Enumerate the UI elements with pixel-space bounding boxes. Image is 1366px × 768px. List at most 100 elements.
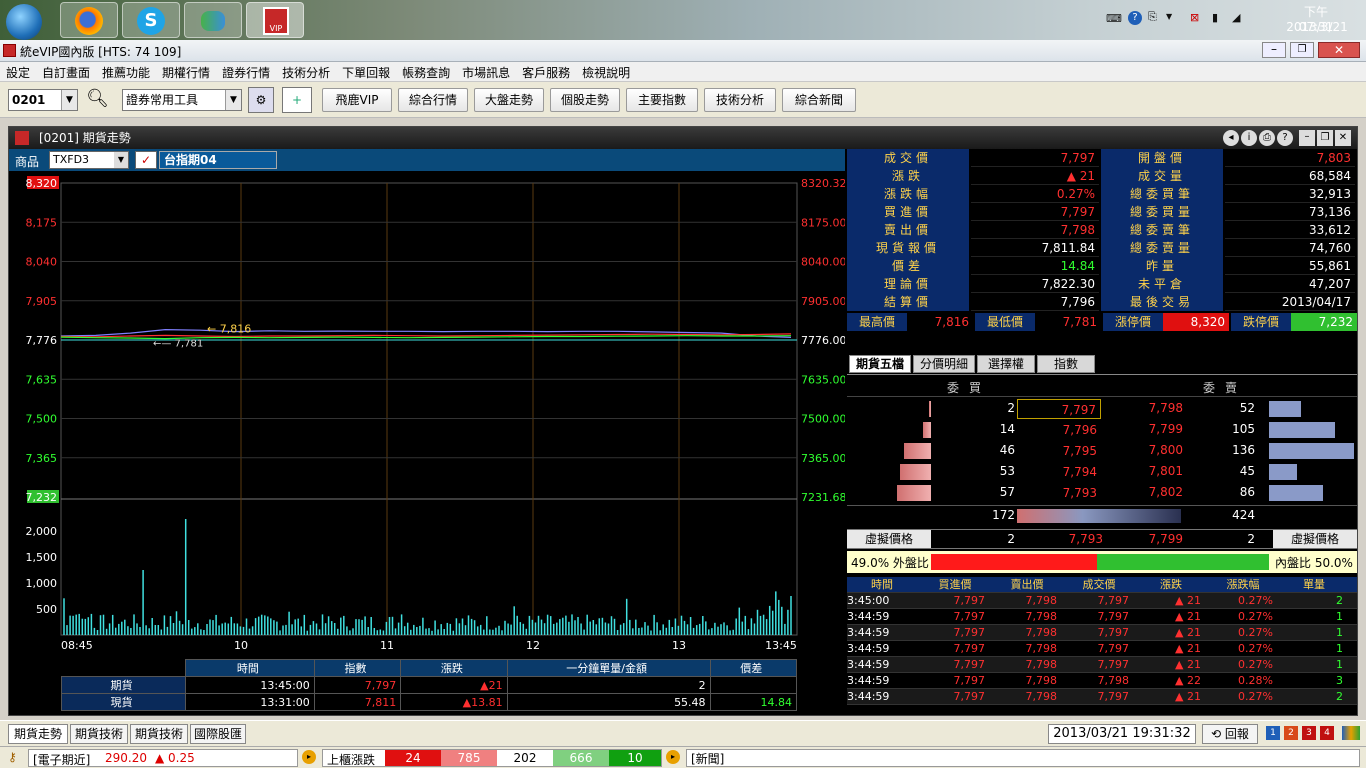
menu-item[interactable]: 證券行情	[216, 62, 276, 83]
quote-grid: 成交價 7,797 漲跌 ▲ 21 漲跌幅 0.27% 買進價 7,797 賣出價 7,798 現貨…	[847, 149, 1357, 349]
tab-2[interactable]: 選擇權	[977, 355, 1035, 373]
tools-combo[interactable]: 證券常用工具 ▼	[122, 89, 242, 111]
help-icon[interactable]: ?	[1128, 11, 1142, 25]
volume-icon[interactable]: ◢	[1232, 11, 1240, 24]
otc-next-icon[interactable]: ▸	[666, 750, 680, 764]
tab-3[interactable]: 指數	[1037, 355, 1095, 373]
clock-date[interactable]: 2013/3/21	[1282, 20, 1352, 34]
layout-grid-icon[interactable]	[1342, 726, 1360, 740]
status-bar: 2013/03/21 19:31:32 ⟲ 回報 1 2 3 4 期貨走勢 期貨技…	[0, 720, 1366, 746]
menu-item[interactable]: 技術分析	[276, 62, 336, 83]
price-tick-right: 8320.32	[801, 177, 845, 190]
help-icon[interactable]: ?	[1277, 130, 1293, 146]
toolbar-button[interactable]: 綜合行情	[398, 88, 468, 112]
reply-button[interactable]: ⟲ 回報	[1202, 724, 1258, 744]
price-volume-chart[interactable]: 8,320 8320.32 8,175 8175.00 8,040 8040.00 7,90…	[9, 173, 845, 651]
minimize-button[interactable]: –	[1262, 42, 1286, 58]
bid-price[interactable]: 7,796	[1017, 420, 1101, 440]
layout-2-icon[interactable]: 2	[1284, 726, 1298, 740]
layout-4-icon[interactable]: 4	[1320, 726, 1334, 740]
windows-logo-icon	[6, 4, 42, 40]
toolbar-button[interactable]: 主要指數	[626, 88, 698, 112]
ask-price[interactable]: 7,802	[1107, 485, 1183, 499]
panel-minimize-button[interactable]: –	[1299, 130, 1315, 146]
info-icon[interactable]: i	[1241, 130, 1257, 146]
product-name: 台指期04	[159, 151, 277, 169]
ask-price[interactable]: 7,801	[1107, 464, 1183, 478]
bid-price[interactable]: 7,795	[1017, 441, 1101, 461]
toolbar-button[interactable]: 個股走勢	[550, 88, 620, 112]
firefox-taskbar-icon[interactable]	[60, 2, 118, 38]
quote-label: 理論價	[847, 275, 969, 293]
search-icon[interactable]: 🔍︎	[86, 88, 109, 109]
chevron-down-icon[interactable]: ▼	[114, 152, 128, 168]
tick-cell: 7,797	[1097, 658, 1130, 671]
tab-1[interactable]: 分價明細	[913, 355, 975, 373]
bottom-tab-1[interactable]: 期貨技術	[70, 724, 128, 744]
messenger-taskbar-icon[interactable]	[184, 2, 242, 38]
evip-taskbar-icon[interactable]: VIP	[246, 2, 304, 38]
battery-icon[interactable]: ▮	[1212, 11, 1218, 24]
add-window-icon[interactable]: +	[282, 87, 312, 113]
menu-item[interactable]: 下單回報	[336, 62, 396, 83]
quote-tabs: 期貨五檔 分價明細 選擇權 指數	[847, 355, 1357, 375]
menu-item[interactable]: 期權行情	[156, 62, 216, 83]
tick-row: 3:44:59 7,797 7,798 7,797 ▲ 21 0.27% 1	[847, 625, 1357, 641]
print-icon[interactable]: ⎙	[1259, 130, 1275, 146]
close-button[interactable]: ✕	[1318, 42, 1360, 58]
quote-label: 結算價	[847, 293, 969, 311]
bid-price[interactable]: 7,794	[1017, 462, 1101, 482]
menu-item[interactable]: 市場訊息	[456, 62, 516, 83]
panel-close-button[interactable]: ✕	[1335, 130, 1351, 146]
start-button[interactable]	[0, 2, 50, 40]
ask-price[interactable]: 7,800	[1107, 443, 1183, 457]
menu-item[interactable]: 帳務查詢	[396, 62, 456, 83]
tray-icon[interactable]: ⎘	[1148, 10, 1157, 24]
restore-button[interactable]: ❐	[1290, 42, 1314, 58]
ask-price[interactable]: 7,798	[1107, 401, 1183, 415]
keyboard-icon[interactable]: ⌨	[1106, 12, 1122, 25]
ticker-next-icon[interactable]: ▸	[302, 750, 316, 764]
toolbar-button[interactable]: 大盤走勢	[474, 88, 544, 112]
layout-1-icon[interactable]: 1	[1266, 726, 1280, 740]
ticker-item[interactable]: [電子期近] 290.20 ▲ 0.25	[28, 749, 298, 767]
ask-price[interactable]: 7,799	[1107, 422, 1183, 436]
tick-cell: 7,798	[1025, 626, 1058, 639]
toolbar-button[interactable]: 綜合新聞	[782, 88, 856, 112]
skype-taskbar-icon[interactable]: S	[122, 2, 180, 38]
quote-value: 7,797	[971, 149, 1099, 167]
tool-config-icon[interactable]: ⚙	[248, 87, 274, 113]
bottom-tab-0[interactable]: 期貨走勢	[8, 724, 68, 744]
toolbar-button[interactable]: 技術分析	[704, 88, 776, 112]
menu-item[interactable]: 設定	[0, 62, 36, 83]
product-code-combo[interactable]: TXFD3 ▼	[49, 151, 129, 169]
tick-header: 單量	[1303, 578, 1325, 591]
menu-item[interactable]: 自訂畫面	[36, 62, 96, 83]
toolbar-button[interactable]: 飛鹿VIP	[322, 88, 392, 112]
tick-cell: 7,798	[1025, 610, 1058, 623]
news-strip[interactable]: [新聞]	[686, 749, 1360, 767]
menu-item[interactable]: 檢視說明	[576, 62, 636, 83]
ask-qty: 52	[1239, 401, 1255, 415]
tab-0[interactable]: 期貨五檔	[849, 355, 911, 373]
panel-maximize-button[interactable]: ❐	[1317, 130, 1333, 146]
chart-toggle-icon[interactable]: ✓	[135, 151, 157, 169]
tray-expand-icon[interactable]: ▼	[1166, 12, 1172, 21]
network-icon[interactable]: ⊠	[1190, 11, 1199, 24]
tick-cell: 7,797	[1097, 626, 1130, 639]
chevron-down-icon[interactable]: ▼	[225, 90, 241, 110]
menu-item[interactable]: 客戶服務	[516, 62, 576, 83]
chevron-down-icon[interactable]: ▼	[61, 90, 77, 110]
futures-window: [0201] 期貨走勢 ◂ i ⎙ ? – ❐ ✕ 商品 TXFD3 ▼ ✓ 台指…	[8, 126, 1358, 716]
back-icon[interactable]: ◂	[1223, 130, 1239, 146]
summary-change: ▲13.81	[400, 693, 508, 711]
quote-value: ▲ 21	[971, 167, 1099, 185]
code-combo[interactable]: 0201 ▼	[8, 89, 78, 111]
bid-price[interactable]: 7,793	[1017, 483, 1101, 503]
bid-price[interactable]: 7,797	[1017, 399, 1101, 419]
menu-item[interactable]: 推薦功能	[96, 62, 156, 83]
app-title: 統eVIP國內版 [HTS: 74 109]	[20, 45, 182, 59]
layout-3-icon[interactable]: 3	[1302, 726, 1316, 740]
bottom-tab-2[interactable]: 期貨技術	[130, 724, 188, 744]
bottom-tab-3[interactable]: 國際股匯	[190, 724, 246, 744]
